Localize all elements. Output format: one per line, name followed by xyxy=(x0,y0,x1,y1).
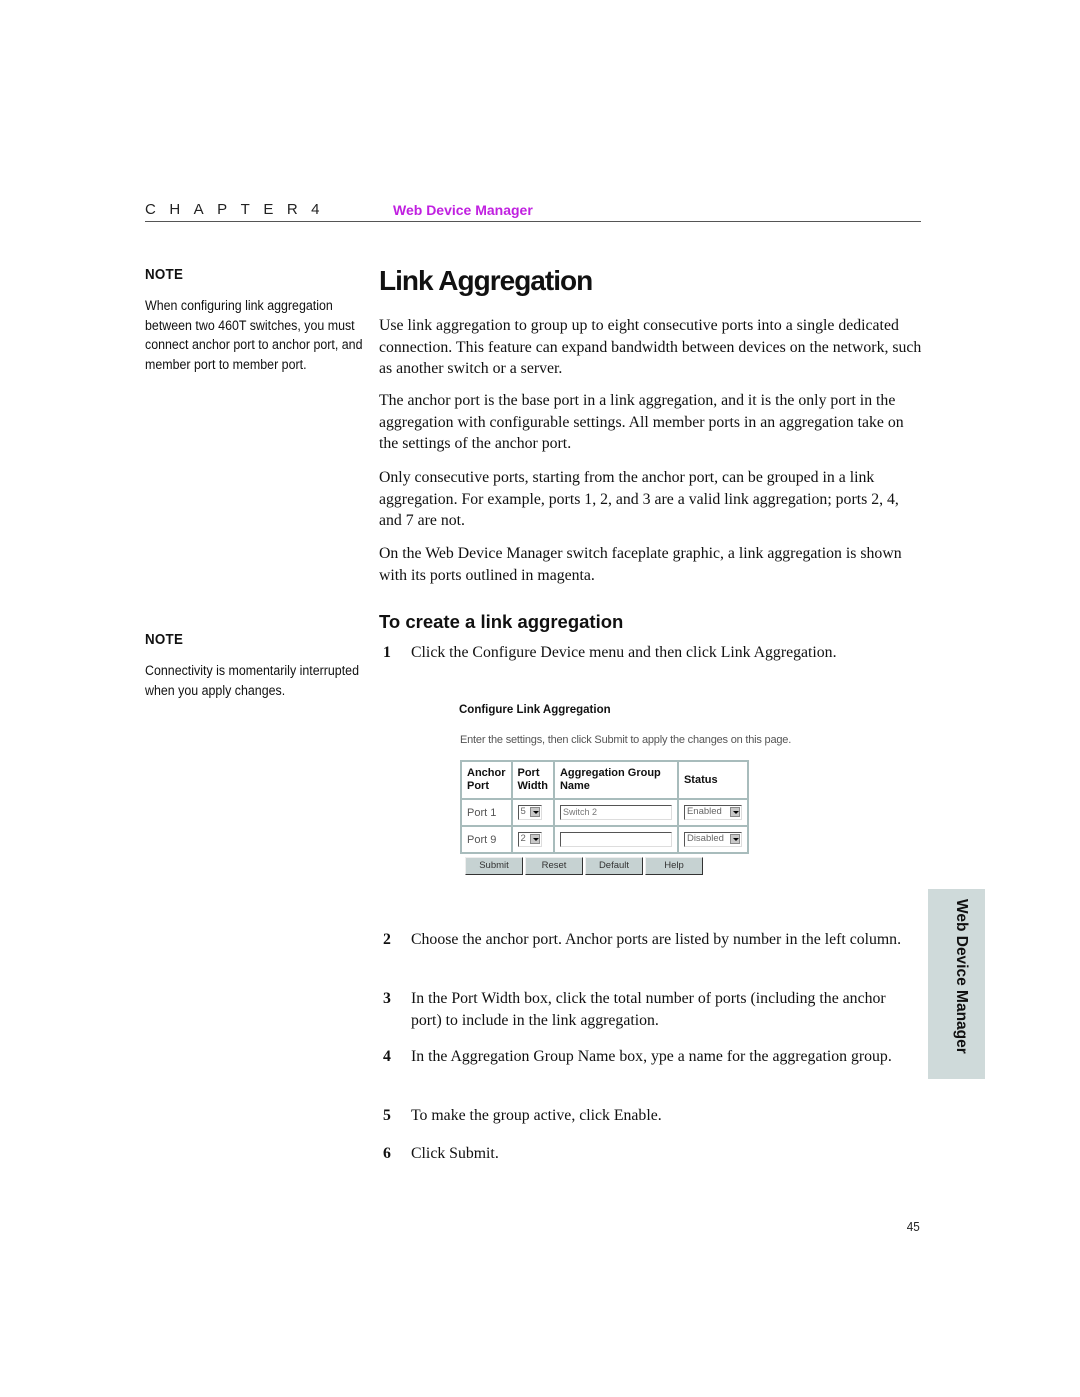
table-header-row: Anchor Port Port Width Aggregation Group Na… xyxy=(460,760,749,800)
paragraph: On the Web Device Manager switch facepla… xyxy=(379,545,902,584)
step-number: 4 xyxy=(383,1048,391,1065)
running-header: CHAPTER4 Web Device Manager xyxy=(145,200,921,222)
dropdown-arrow-icon xyxy=(729,834,740,844)
port-width-select[interactable]: 2 xyxy=(517,832,542,847)
status-cell: Disabled xyxy=(676,825,749,854)
chapter-title: Web Device Manager xyxy=(393,202,533,218)
dropdown-arrow-icon xyxy=(729,807,740,817)
port-width-cell: 2 xyxy=(510,825,555,854)
status-select[interactable]: Enabled xyxy=(683,805,742,820)
reset-button[interactable]: Reset xyxy=(525,857,583,875)
port-width-cell: 5 xyxy=(510,798,555,827)
form-buttons: Submit Reset Default Help xyxy=(465,857,705,875)
status-select[interactable]: Disabled xyxy=(683,832,742,847)
note-heading: NOTE xyxy=(145,267,184,283)
procedure-heading: To create a link aggregation xyxy=(379,611,624,632)
step-number: 2 xyxy=(383,931,391,948)
column-header-port-width: Port Width xyxy=(510,760,555,800)
group-name-input[interactable] xyxy=(559,832,672,847)
note-link-aggregation: NOTE When configuring link aggregation b… xyxy=(145,267,365,374)
chapter-label: CHAPTER4 xyxy=(145,201,334,218)
step-number: 1 xyxy=(383,644,391,661)
group-name-input[interactable]: Switch 2 xyxy=(559,805,672,820)
paragraph: Only consecutive ports, starting from th… xyxy=(379,469,899,530)
note-connectivity: NOTE Connectivity is momentarily interru… xyxy=(145,632,365,700)
default-button[interactable]: Default xyxy=(585,857,643,875)
paragraph: The anchor port is the base port in a li… xyxy=(379,392,904,453)
note-body: When configuring link aggregation betwee… xyxy=(145,298,363,372)
group-name-cell: Switch 2 xyxy=(552,798,679,827)
column-header-status: Status xyxy=(676,760,749,800)
link-aggregation-table: Anchor Port Port Width Aggregation Group Na… xyxy=(460,760,749,854)
note-body: Connectivity is momentarily interrupted … xyxy=(145,663,359,698)
page-title: Link Aggregation xyxy=(379,265,593,296)
note-heading: NOTE xyxy=(145,632,184,648)
step-text: In the Port Width box, click the total n… xyxy=(411,990,886,1029)
step-text: Choose the anchor port. Anchor ports are… xyxy=(411,931,902,948)
page-number: 45 xyxy=(906,1219,920,1234)
step-text: In the Aggregation Group Name box, ype a… xyxy=(411,1048,892,1065)
dropdown-arrow-icon xyxy=(529,834,540,844)
section-thumb-tab: Web Device Manager xyxy=(928,889,985,1079)
figure-description: Enter the settings, then click Submit to… xyxy=(460,734,792,746)
step-text: Click Submit. xyxy=(411,1145,499,1162)
step-number: 6 xyxy=(383,1145,391,1162)
help-button[interactable]: Help xyxy=(645,857,703,875)
thumb-tab-label: Web Device Manager xyxy=(953,899,970,1054)
column-header-anchor-port: Anchor Port xyxy=(460,760,513,800)
configure-link-aggregation-figure: Configure Link Aggregation Enter the set… xyxy=(459,704,791,875)
dropdown-arrow-icon xyxy=(529,807,540,817)
step-text: Click the Configure Device menu and then… xyxy=(411,644,837,661)
table-row: Port 9 2 Disabled xyxy=(460,825,749,854)
step-number: 5 xyxy=(383,1107,391,1124)
group-name-cell xyxy=(552,825,679,854)
port-width-select[interactable]: 5 xyxy=(517,805,542,820)
status-cell: Enabled xyxy=(676,798,749,827)
submit-button[interactable]: Submit xyxy=(465,857,523,875)
paragraph: Use link aggregation to group up to eigh… xyxy=(379,317,922,378)
column-header-group-name: Aggregation Group Name xyxy=(552,760,679,800)
anchor-port-cell: Port 9 xyxy=(460,825,513,854)
anchor-port-cell: Port 1 xyxy=(460,798,513,827)
table-row: Port 1 5 Switch 2 Enabled xyxy=(460,798,749,827)
step-number: 3 xyxy=(383,990,391,1007)
figure-title: Configure Link Aggregation xyxy=(459,704,611,716)
step-text: To make the group active, click Enable. xyxy=(411,1107,662,1124)
